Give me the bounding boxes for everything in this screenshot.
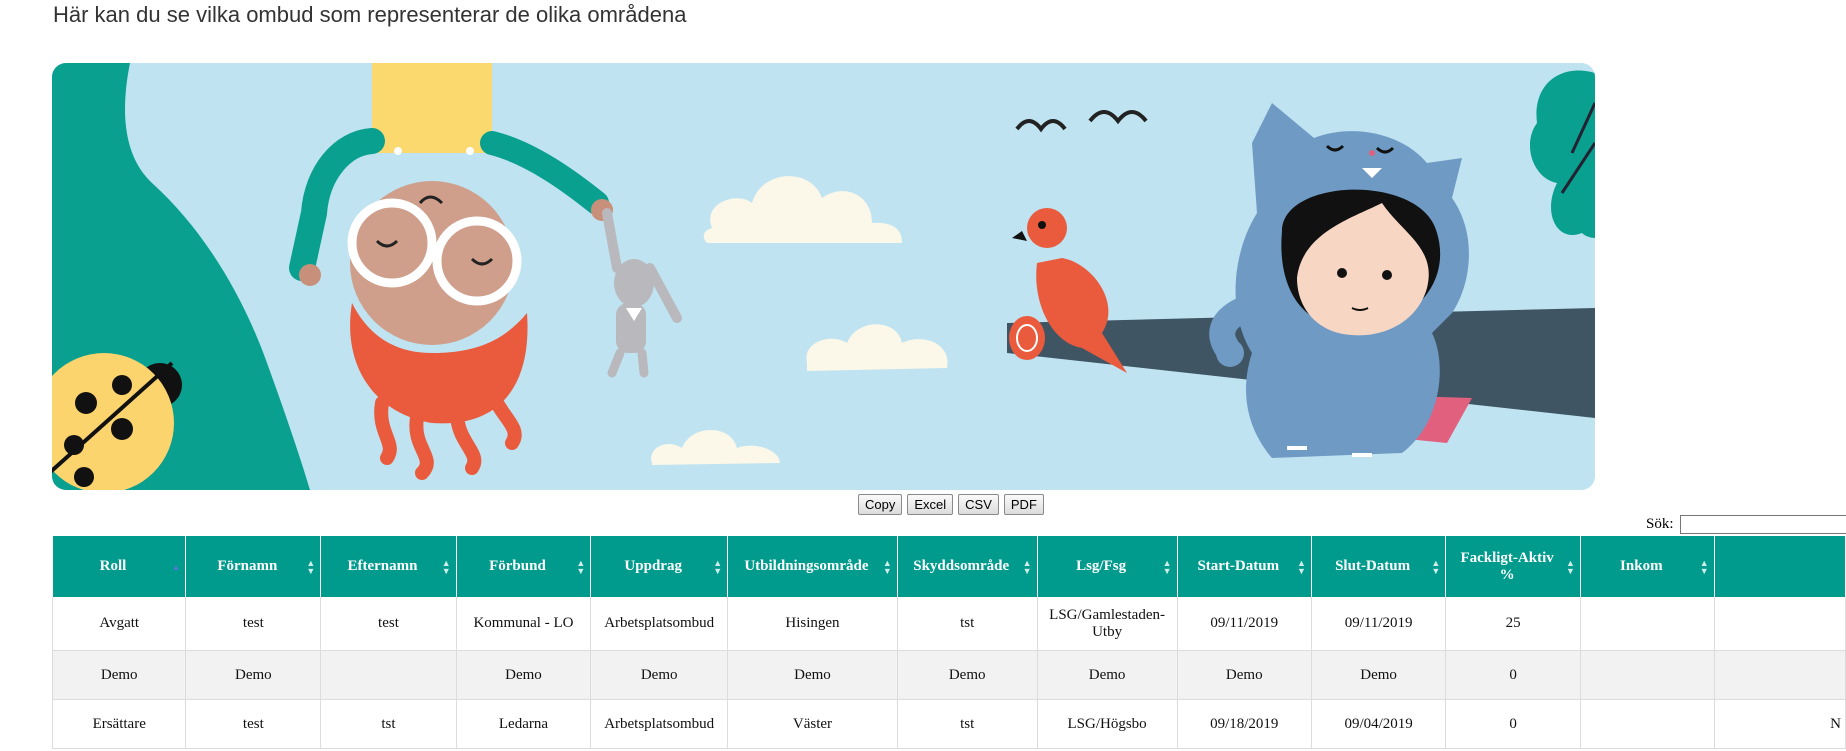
column-header-skyddsomrade[interactable]: Skyddsområde ▲ ▼ <box>897 536 1038 597</box>
sort-icon: ▲ ▼ <box>441 557 451 576</box>
search-label: Sök: <box>1646 516 1674 532</box>
pdf-button[interactable]: PDF <box>1003 494 1044 515</box>
table-cell: Demo <box>590 650 729 700</box>
column-header-forbund[interactable]: Förbund ▲ ▼ <box>456 536 592 597</box>
sort-icon: ▲ ▼ <box>1431 557 1441 576</box>
table-cell: Arbetsplatsombud <box>590 597 729 651</box>
table-cell <box>1580 699 1715 749</box>
sort-icon: ▲ ▼ <box>882 557 892 576</box>
table-cell: Hisingen <box>727 597 898 651</box>
table-cell: tst <box>897 597 1038 651</box>
table-cell: 09/04/2019 <box>1311 699 1447 749</box>
search-input[interactable] <box>1679 515 1846 534</box>
sort-icon: ▲ ▼ <box>713 557 723 576</box>
table-cell: 09/18/2019 <box>1177 699 1312 749</box>
table-cell: test <box>320 597 457 651</box>
column-header-utbildningsomrade[interactable]: Utbildningsområde ▲ ▼ <box>727 536 898 597</box>
table-cell <box>1714 597 1846 651</box>
table-cell <box>320 650 457 700</box>
table-cell: Ersättare <box>51 699 187 749</box>
table-header-row: Roll ▲ Förnamn ▲ ▼ Efternamn ▲ ▼ Förbund ▲ ▼ Up… <box>52 536 1846 597</box>
table-cell: Arbetsplatsombud <box>590 699 729 749</box>
column-header-extra[interactable] <box>1714 536 1846 597</box>
column-header-slut-datum[interactable]: Slut-Datum ▲ ▼ <box>1311 536 1447 597</box>
column-header-fornamn[interactable]: Förnamn ▲ ▼ <box>185 536 322 597</box>
table-row[interactable]: Avgatt test test Kommunal - LO Arbetsplatsom… <box>51 597 1846 651</box>
table-cell: Demo <box>1037 650 1178 700</box>
sort-icon: ▲ ▼ <box>1022 557 1032 576</box>
table-cell: 09/11/2019 <box>1311 597 1447 651</box>
sort-icon: ▲ ▼ <box>1162 557 1172 576</box>
table-cell: Demo <box>456 650 592 700</box>
table-cell: 25 <box>1445 597 1581 651</box>
table-cell: test <box>185 597 322 651</box>
table-cell <box>1580 597 1715 651</box>
table-cell: LSG/Gamlestaden-Utby <box>1037 597 1178 651</box>
ombud-table: Roll ▲ Förnamn ▲ ▼ Efternamn ▲ ▼ Förbund ▲ ▼ Up… <box>51 536 1846 749</box>
table-row[interactable]: Demo Demo Demo Demo Demo Demo Demo Demo Demo 0 <box>51 650 1846 700</box>
export-toolbar: Copy Excel CSV PDF <box>858 494 1044 515</box>
column-header-lsg-fsg[interactable]: Lsg/Fsg ▲ ▼ <box>1037 536 1178 597</box>
table-cell: 0 <box>1445 699 1581 749</box>
table-cell: Väster <box>727 699 898 749</box>
table-cell: Demo <box>1311 650 1447 700</box>
sort-icon: ▲ ▼ <box>1699 557 1709 576</box>
table-cell: tst <box>320 699 457 749</box>
table-cell <box>1714 650 1846 700</box>
sort-icon: ▲ ▼ <box>576 557 586 576</box>
column-header-roll[interactable]: Roll ▲ <box>52 536 187 597</box>
table-cell: LSG/Högsbo <box>1037 699 1178 749</box>
sort-icon: ▲ ▼ <box>1297 557 1306 576</box>
column-header-start-datum[interactable]: Start-Datum ▲ ▼ <box>1177 536 1312 597</box>
table-cell: tst <box>897 699 1038 749</box>
column-header-inkom[interactable]: Inkom ▲ ▼ <box>1580 536 1715 597</box>
table-cell: Demo <box>727 650 898 700</box>
banner-illustration <box>52 63 1595 490</box>
column-header-fackligt-aktiv[interactable]: Fackligt-Aktiv % ▲ ▼ <box>1445 536 1581 597</box>
column-header-efternamn[interactable]: Efternamn ▲ ▼ <box>320 536 457 597</box>
table-cell: test <box>185 699 322 749</box>
excel-button[interactable]: Excel <box>907 494 954 515</box>
table-cell: 0 <box>1445 650 1581 700</box>
sort-ascending-icon: ▲ <box>171 561 181 572</box>
table-cell: Avgatt <box>51 597 187 651</box>
table-cell: Demo <box>185 650 322 700</box>
table-cell: Kommunal - LO <box>456 597 592 651</box>
table-cell: N <box>1714 699 1846 749</box>
table-cell: Ledarna <box>456 699 592 749</box>
csv-button[interactable]: CSV <box>958 494 999 515</box>
table-cell: Demo <box>897 650 1038 700</box>
table-cell <box>1580 650 1715 700</box>
column-header-uppdrag[interactable]: Uppdrag ▲ ▼ <box>590 536 729 597</box>
intro-text: Här kan du se vilka ombud som represente… <box>53 2 687 27</box>
table-cell: Demo <box>1177 650 1312 700</box>
search-box: Sök: <box>1646 515 1846 534</box>
sort-icon: ▲ ▼ <box>1566 557 1575 576</box>
table-cell: 09/11/2019 <box>1177 597 1312 651</box>
table-cell: Demo <box>51 650 187 700</box>
table-row[interactable]: Ersättare test tst Ledarna Arbetsplatsombud V… <box>51 699 1846 749</box>
sort-icon: ▲ ▼ <box>306 557 316 576</box>
copy-button[interactable]: Copy <box>858 494 903 515</box>
